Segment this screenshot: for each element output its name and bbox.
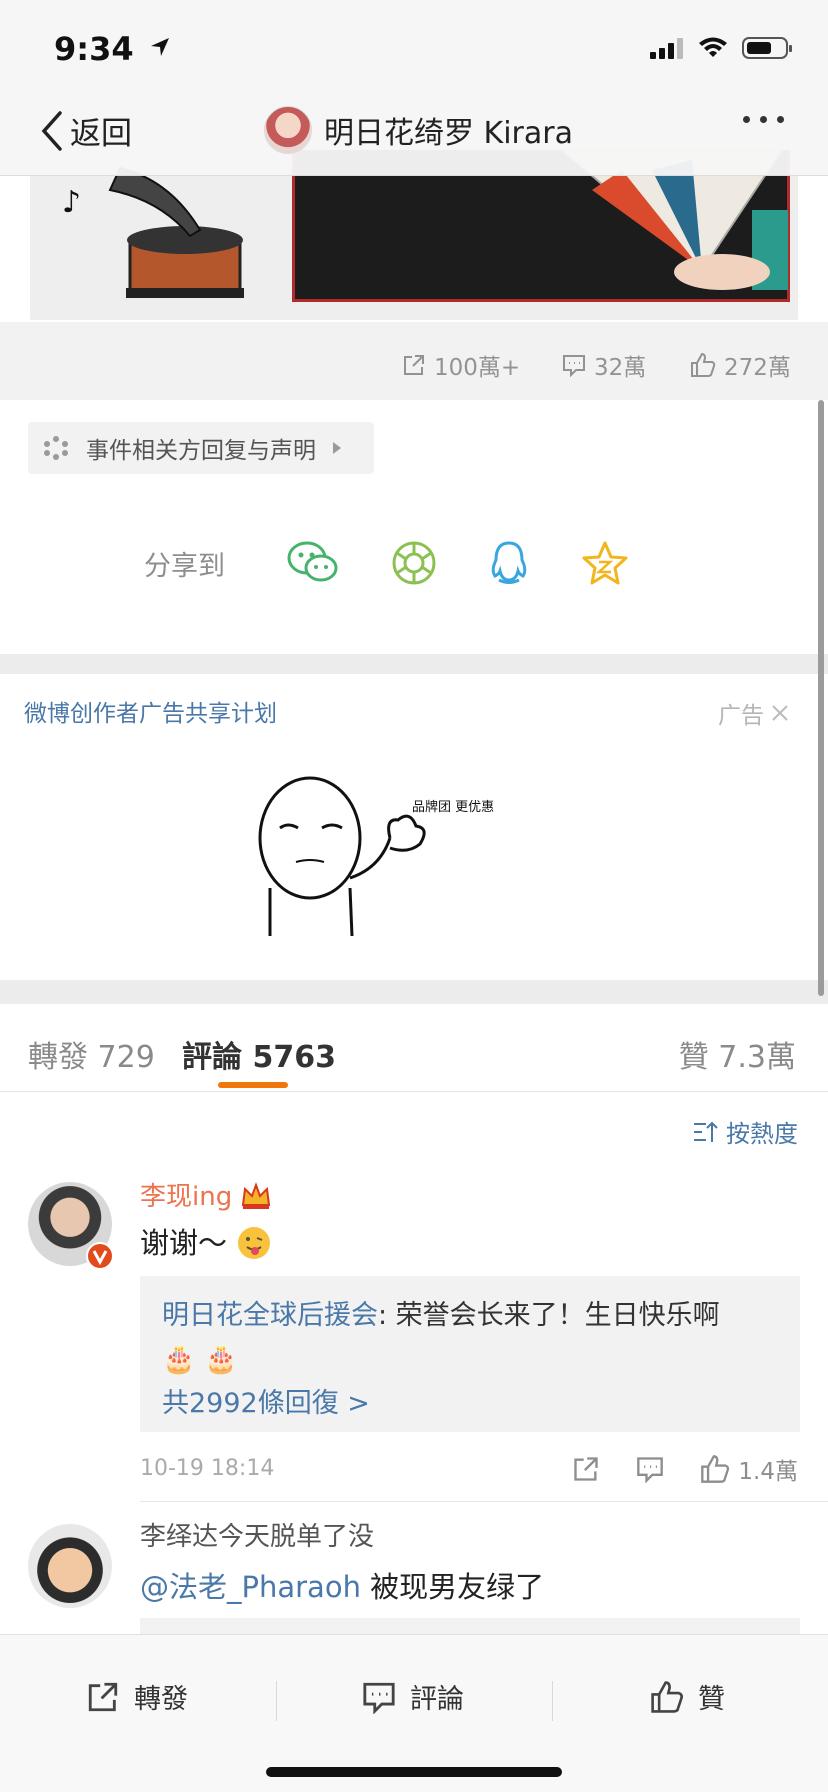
- thumbs-up-icon: [691, 352, 716, 377]
- comment-item[interactable]: 李现ing 谢谢～ 明日花全球后援会: 荣誉会长来了！生日快乐啊 🎂 🎂 共29…: [0, 1176, 828, 1502]
- share-row: 分享到: [144, 540, 629, 586]
- comment-text: 谢谢～: [140, 1220, 272, 1262]
- ad-section[interactable]: 微博创作者广告共享计划 广告 品牌团 更优惠: [0, 674, 828, 980]
- commenter-name[interactable]: 李现ing: [140, 1176, 272, 1213]
- moments-icon[interactable]: [391, 540, 437, 586]
- triangle-right-icon: [333, 442, 341, 454]
- comment-icon: [363, 1682, 395, 1714]
- qzone-icon[interactable]: [581, 540, 629, 586]
- comment-count[interactable]: 32萬: [562, 348, 646, 382]
- wechat-icon[interactable]: [287, 540, 339, 586]
- event-dots-icon: [44, 436, 68, 460]
- bottom-separator: [552, 1681, 553, 1721]
- event-tag-button[interactable]: 事件相关方回复与声明: [28, 422, 374, 474]
- scrollbar[interactable]: [818, 400, 824, 996]
- back-label: 返回: [70, 116, 132, 152]
- more-dot-icon: [743, 116, 750, 123]
- tab-comment[interactable]: 評論 5763: [182, 1032, 336, 1076]
- bottom-separator: [276, 1681, 277, 1721]
- commenter-name[interactable]: 李绎达今天脱单了没: [140, 1516, 374, 1553]
- event-tag-label: 事件相关方回复与声明: [86, 438, 316, 464]
- verified-badge-icon: [86, 1242, 114, 1270]
- sort-icon: [694, 1121, 718, 1142]
- section-divider: [0, 654, 828, 674]
- svg-text:♪: ♪: [62, 185, 81, 220]
- qq-icon[interactable]: [489, 540, 529, 586]
- wifi-icon: [699, 37, 727, 57]
- thumbs-up-icon: [701, 1455, 730, 1483]
- comment-like-count: 1.4萬: [738, 1459, 798, 1485]
- bottom-like-button[interactable]: 贊: [650, 1677, 725, 1716]
- status-time: 9:34: [54, 30, 171, 68]
- sort-button[interactable]: 按熱度: [692, 1114, 798, 1149]
- bottom-action-bar: 轉發 評論 贊: [0, 1634, 828, 1792]
- back-button[interactable]: 返回: [40, 108, 132, 153]
- ad-title[interactable]: 微博创作者广告共享计划: [24, 694, 277, 728]
- ad-meme-image[interactable]: [240, 758, 560, 938]
- top-navigation-bar: 9:34 返回 明日花绮罗 Kirara: [0, 0, 828, 176]
- profile-avatar[interactable]: [264, 106, 312, 154]
- cellular-signal-icon: [650, 38, 683, 59]
- comment-time: 10-19 18:14: [140, 1456, 275, 1481]
- tongue-emoji-icon: [238, 1227, 271, 1259]
- home-indicator[interactable]: [266, 1767, 562, 1777]
- ad-bubble-text: 品牌团 更优惠: [412, 800, 495, 815]
- reply-author[interactable]: 明日花全球后援会: [162, 1300, 378, 1331]
- reply-text: : 荣誉会长来了！生日快乐啊: [378, 1300, 720, 1331]
- tab-active-indicator: [218, 1082, 288, 1088]
- mention-link[interactable]: @法老_Pharaoh: [140, 1570, 361, 1604]
- more-options-button[interactable]: [743, 116, 784, 123]
- comment-like-button[interactable]: 1.4萬: [700, 1452, 798, 1486]
- ad-label: 广告: [718, 696, 790, 730]
- feedback-tabs: 轉發 729 評論 5763 贊 7.3萬: [0, 1004, 828, 1092]
- comment-icon: [563, 355, 585, 377]
- crown-badge-icon: [242, 1182, 271, 1209]
- bottom-repost-button[interactable]: 轉發: [86, 1677, 188, 1716]
- tab-like[interactable]: 贊 7.3萬: [679, 1032, 796, 1076]
- thumbs-up-icon: [651, 1680, 684, 1713]
- post-counts-row: 100萬+ 32萬 272萬: [0, 322, 828, 400]
- share-label: 分享到: [144, 550, 225, 582]
- bottom-comment-button[interactable]: 評論: [362, 1677, 464, 1716]
- more-dot-icon: [777, 116, 784, 123]
- reply-more-link[interactable]: 共2992條回復 >: [162, 1382, 778, 1426]
- like-count[interactable]: 272萬: [690, 348, 791, 382]
- repost-icon: [88, 1682, 118, 1711]
- tab-repost[interactable]: 轉發 729: [28, 1032, 155, 1076]
- status-indicators: [650, 36, 794, 60]
- location-arrow-icon: [150, 38, 169, 56]
- nav-title-text: 明日花绮罗 Kirara: [324, 116, 573, 151]
- comment-item[interactable]: 李绎达今天脱单了没 @法老_Pharaoh 被现男友绿了: [0, 1514, 828, 1638]
- cake-emoji-icon: 🎂 🎂: [162, 1344, 238, 1375]
- reply-preview[interactable]: 明日花全球后援会: 荣誉会长来了！生日快乐啊 🎂 🎂 共2992條回復 >: [140, 1276, 800, 1432]
- gramophone-illustration: ♪: [62, 166, 244, 298]
- close-icon[interactable]: [770, 703, 790, 723]
- repost-icon[interactable]: [572, 1455, 600, 1483]
- section-divider: [0, 980, 828, 1004]
- commenter-avatar[interactable]: [28, 1524, 112, 1608]
- event-share-section: 事件相关方回复与声明 分享到: [0, 400, 828, 654]
- comment-divider: [140, 1501, 828, 1502]
- repost-count[interactable]: 100萬+: [402, 348, 520, 382]
- chevron-left-icon: [41, 110, 62, 151]
- comment-text: @法老_Pharaoh 被现男友绿了: [140, 1570, 545, 1604]
- comment-icon[interactable]: [636, 1455, 664, 1483]
- more-dot-icon: [760, 116, 767, 123]
- comment-actions: 1.4萬: [572, 1452, 798, 1486]
- nav-title[interactable]: 明日花绮罗 Kirara: [264, 106, 573, 154]
- battery-icon: [742, 37, 792, 59]
- repost-icon: [404, 355, 424, 375]
